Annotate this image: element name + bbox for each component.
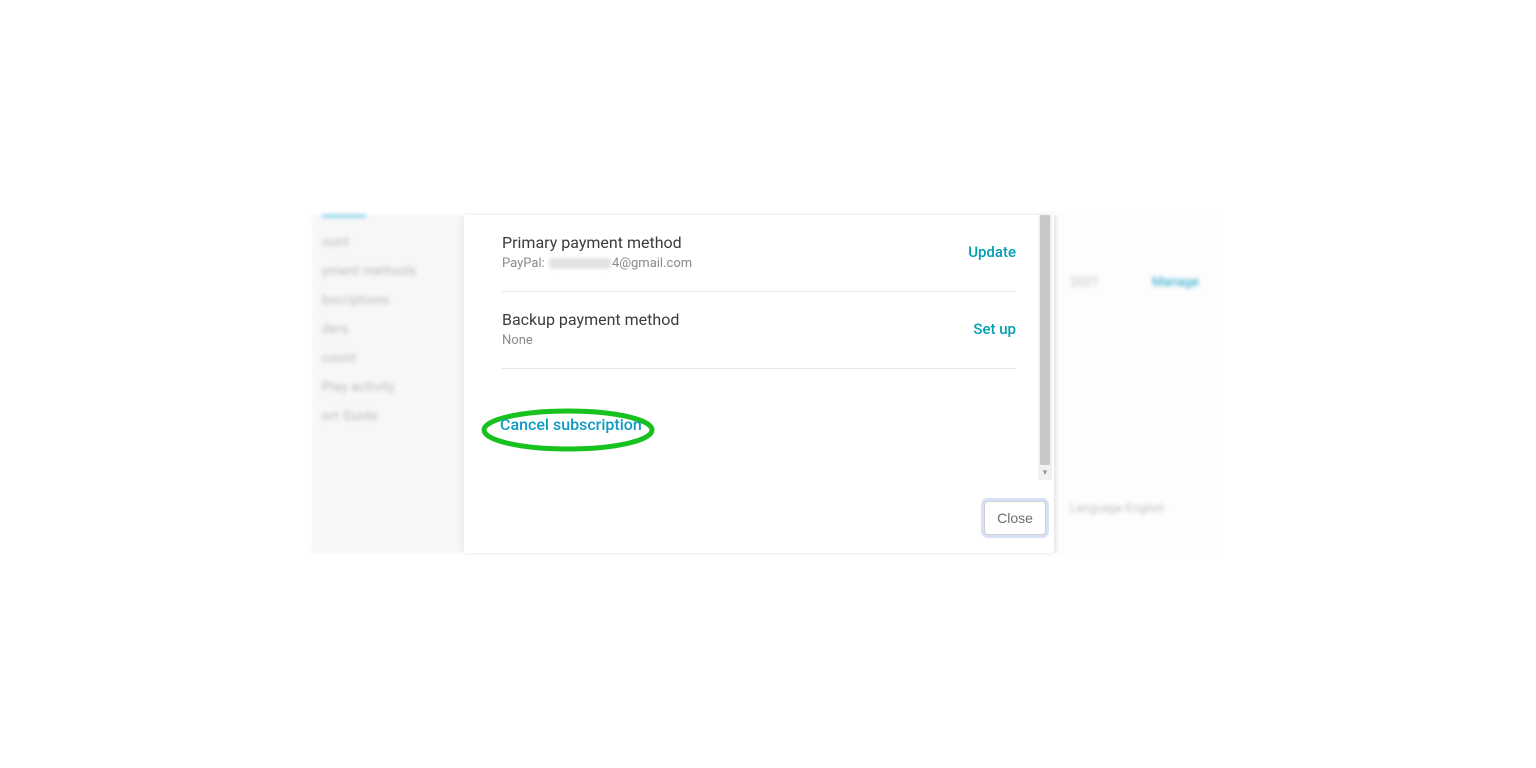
cancel-subscription-area: Cancel subscription <box>486 415 656 434</box>
backup-payment-row: Backup payment method None Set up <box>502 310 1016 369</box>
setup-backup-button[interactable]: Set up <box>973 310 1016 338</box>
backup-payment-title: Backup payment method <box>502 310 679 329</box>
app-window: ount yment methods bscriptions ders coun… <box>312 215 1218 553</box>
background-right-panel: 2021 Manage Language English <box>1060 215 1218 553</box>
primary-payment-provider: PayPal: <box>502 256 545 271</box>
dialog-shadow <box>1054 215 1060 553</box>
subscription-dialog: Primary payment method PayPal: 4@gmail.c… <box>464 215 1054 553</box>
sidebar-item: ount <box>312 228 464 257</box>
primary-payment-row: Primary payment method PayPal: 4@gmail.c… <box>502 233 1016 292</box>
primary-payment-title: Primary payment method <box>502 233 692 252</box>
sidebar-item-active-indicator <box>322 215 366 224</box>
update-payment-button[interactable]: Update <box>968 233 1016 261</box>
backup-payment-info: Backup payment method None <box>502 310 679 348</box>
close-button[interactable]: Close <box>984 501 1046 535</box>
sidebar-item: ort Guide <box>312 402 464 431</box>
sidebar-item: bscriptions <box>312 286 464 315</box>
sidebar-item: ders <box>312 315 464 344</box>
cancel-subscription-link[interactable]: Cancel subscription <box>486 409 656 440</box>
background-manage-link: Manage <box>1152 275 1199 290</box>
scrollbar-down-arrow-icon[interactable]: ▾ <box>1040 468 1050 478</box>
sidebar-item: count <box>312 344 464 373</box>
scrollbar-thumb[interactable] <box>1040 215 1050 465</box>
dialog-scrollbar[interactable]: ▾ <box>1038 215 1052 480</box>
background-date-text: 2021 <box>1070 275 1099 290</box>
primary-payment-info: Primary payment method PayPal: 4@gmail.c… <box>502 233 692 271</box>
sidebar-item: yment methods <box>312 257 464 286</box>
payment-methods-section: Primary payment method PayPal: 4@gmail.c… <box>464 215 1054 369</box>
backup-payment-value: None <box>502 333 679 348</box>
background-sidebar: ount yment methods bscriptions ders coun… <box>312 215 464 553</box>
primary-payment-email-suffix: 4@gmail.com <box>612 256 692 271</box>
sidebar-item: Play activity <box>312 373 464 402</box>
background-language-text: Language English <box>1070 501 1164 515</box>
redacted-email-prefix <box>549 258 611 269</box>
primary-payment-detail: PayPal: 4@gmail.com <box>502 256 692 271</box>
